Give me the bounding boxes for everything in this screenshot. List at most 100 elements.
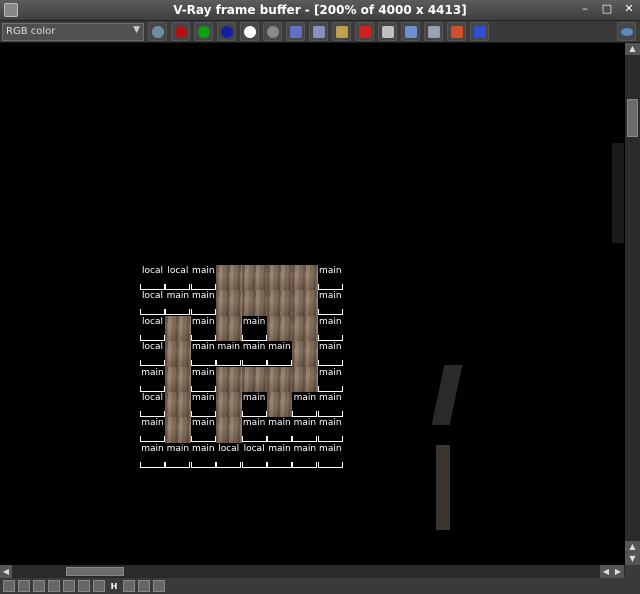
link-to-viewport-icon[interactable]: [424, 22, 443, 41]
scroll-right-icon[interactable]: ▶: [612, 565, 624, 578]
render-region-icon[interactable]: [401, 22, 420, 41]
scroll-left-icon[interactable]: ◀: [0, 565, 12, 578]
bucket-bracket: [165, 284, 191, 290]
render-bucket: main: [317, 265, 343, 290]
bucket-bracket: [216, 360, 242, 367]
save-all-icon[interactable]: [309, 22, 328, 41]
toolbar-icons: [148, 22, 489, 41]
bucket-label: main: [242, 316, 266, 327]
rendered-tile: [292, 341, 319, 368]
bucket-bracket: [317, 334, 343, 341]
sRGB-icon[interactable]: [123, 580, 135, 592]
rendered-tile: [292, 265, 319, 291]
rgb-channel-icon[interactable]: [148, 22, 167, 41]
bucket-label: main: [192, 316, 215, 327]
rendered-tile: [241, 366, 268, 393]
minimize-button[interactable]: –: [578, 2, 592, 15]
close-button[interactable]: ✕: [622, 2, 636, 15]
bucket-bracket: [140, 461, 165, 468]
image-info-icon[interactable]: [18, 580, 30, 592]
scrollbar-corner: [625, 565, 640, 578]
lens-effects-icon[interactable]: [153, 580, 165, 592]
render-bucket: main: [317, 341, 343, 367]
bucket-bracket: [317, 436, 343, 443]
render-bucket: main: [292, 392, 318, 417]
rendered-tile: [165, 392, 192, 418]
scroll-up-icon[interactable]: ▲: [625, 43, 640, 55]
bucket-label: main: [268, 418, 291, 429]
render-bucket: main: [190, 392, 216, 417]
bucket-label: main: [319, 342, 342, 353]
maximize-button[interactable]: □: [600, 2, 614, 15]
channel-select[interactable]: RGB color ▼: [2, 22, 144, 41]
horizontal-scroll-thumb[interactable]: [66, 567, 124, 576]
bucket-bracket: [190, 461, 216, 468]
render-bucket: local: [241, 442, 267, 468]
render-bucket: main: [292, 417, 318, 443]
toolbar: RGB color ▼: [0, 21, 640, 43]
bucket-label: main: [192, 418, 215, 429]
bucket-label: main: [319, 316, 342, 327]
save-image-icon[interactable]: [286, 22, 305, 41]
vertical-scroll-thumb[interactable]: [627, 99, 638, 137]
bucket-bracket: [241, 360, 267, 367]
rendered-tile: [267, 265, 293, 291]
exposure-icon[interactable]: [63, 580, 75, 592]
render-bucket: main: [140, 366, 165, 392]
blue-channel-icon[interactable]: [217, 22, 236, 41]
bucket-bracket: [190, 309, 216, 316]
render-viewport[interactable]: local local main main local main main main local…: [0, 43, 625, 565]
bucket-label: main: [166, 443, 190, 454]
compare-ab-split-icon[interactable]: [470, 22, 489, 41]
bucket-label: main: [192, 291, 215, 302]
bucket-bracket: [267, 461, 292, 468]
histogram-icon[interactable]: [93, 580, 105, 592]
compare-ab-icon[interactable]: [447, 22, 466, 41]
bucket-bracket: [241, 411, 267, 417]
curve-icon[interactable]: [48, 580, 60, 592]
scroll-down-icon[interactable]: ▲: [625, 541, 640, 553]
h-icon[interactable]: H: [108, 580, 120, 592]
bucket-bracket: [140, 411, 165, 417]
render-bucket: local: [140, 290, 165, 316]
red-channel-icon[interactable]: [171, 22, 190, 41]
bucket-bracket: [140, 360, 165, 367]
bucket-bracket: [292, 411, 318, 417]
green-channel-icon[interactable]: [194, 22, 213, 41]
bucket-bracket: [190, 334, 216, 341]
bucket-label: main: [319, 291, 342, 302]
bucket-bracket: [140, 309, 165, 316]
render-bucket: main: [165, 442, 191, 468]
bucket-bracket: [190, 284, 216, 290]
bucket-label: main: [192, 342, 215, 353]
load-image-icon[interactable]: [332, 22, 351, 41]
rendered-tile: [267, 315, 293, 342]
bucket-bracket: [317, 284, 343, 290]
render-bucket: main: [190, 366, 216, 392]
monochrome-icon[interactable]: [263, 22, 282, 41]
alpha-channel-icon[interactable]: [240, 22, 259, 41]
horizontal-scrollbar[interactable]: ◀ ◀ ▶: [0, 565, 625, 578]
scroll-left-icon[interactable]: ◀: [600, 565, 612, 578]
clear-image-icon[interactable]: [355, 22, 374, 41]
lut-icon[interactable]: [78, 580, 90, 592]
bucket-bracket: [140, 436, 165, 443]
vertical-scrollbar[interactable]: ▲ ▲ ▼: [625, 43, 640, 565]
render-history-icon[interactable]: [3, 580, 15, 592]
show-corrections-icon[interactable]: [617, 22, 636, 41]
scroll-down-icon[interactable]: ▼: [625, 553, 640, 565]
window-title: V-Ray frame buffer - [200% of 4000 x 441…: [173, 3, 467, 17]
rendered-tile: [165, 315, 192, 342]
bucket-bracket: [165, 461, 191, 468]
track-mouse-icon[interactable]: [378, 22, 397, 41]
bucket-label: main: [141, 418, 164, 429]
bucket-label: main: [319, 367, 342, 378]
render-bucket: main: [190, 315, 216, 341]
bucket-label: main: [293, 393, 317, 403]
bucket-bracket: [317, 385, 343, 392]
bucket-bracket: [190, 411, 216, 417]
ocio-icon[interactable]: [138, 580, 150, 592]
level-adjust-icon[interactable]: [33, 580, 45, 592]
chevron-down-icon: ▼: [133, 24, 140, 35]
title-bar: V-Ray frame buffer - [200% of 4000 x 441…: [0, 0, 640, 21]
